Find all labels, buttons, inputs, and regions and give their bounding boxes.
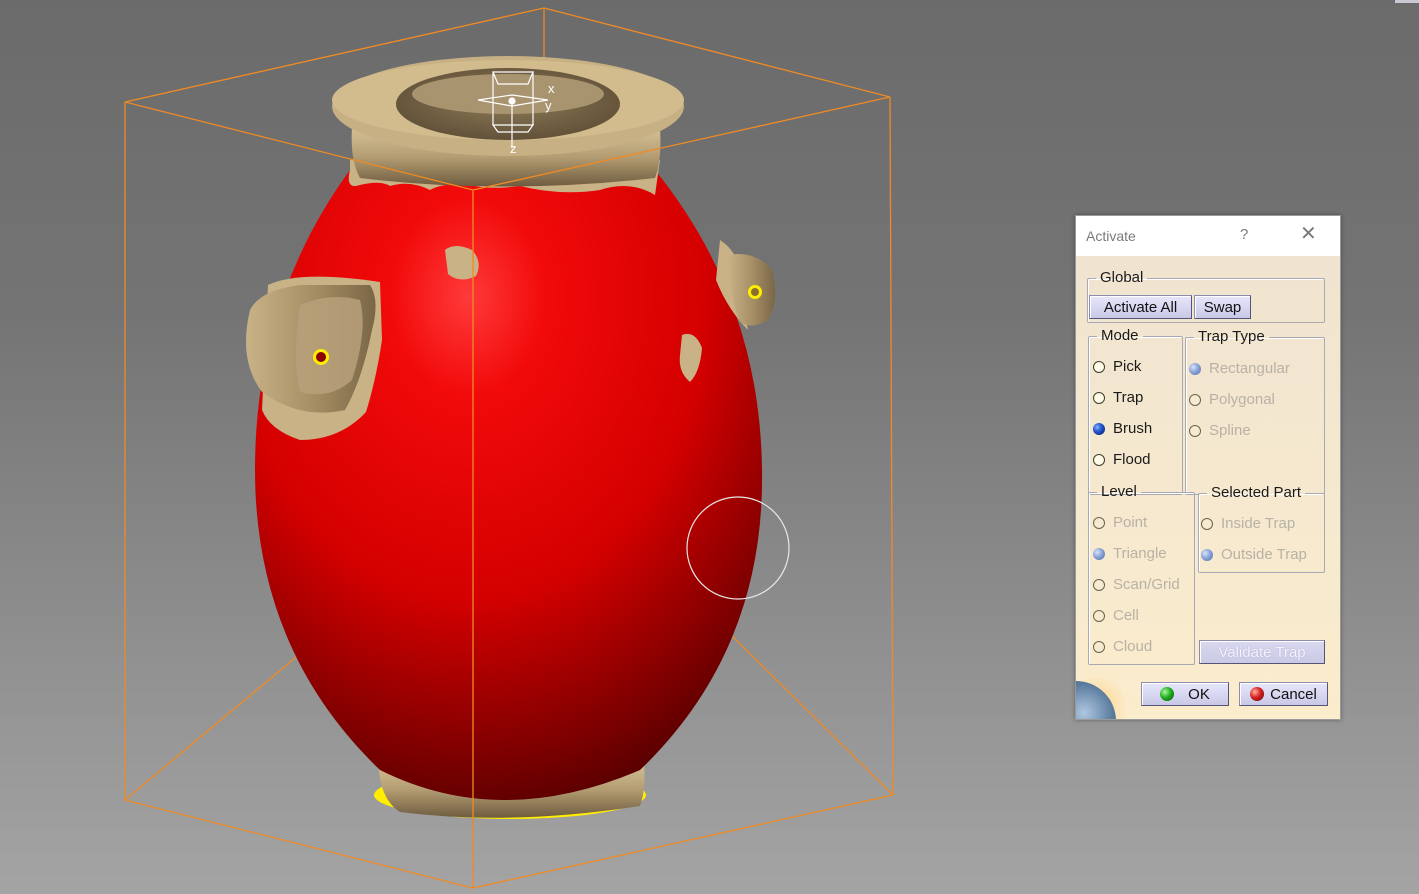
mode-trap-radio[interactable]: Trap	[1093, 389, 1143, 406]
radio-indicator	[1093, 609, 1105, 622]
ok-icon	[1160, 687, 1175, 701]
mode-legend: Mode	[1101, 327, 1139, 344]
level-point-radio[interactable]: Point	[1093, 514, 1147, 531]
radio-label: Triangle	[1113, 545, 1167, 562]
global-legend: Global	[1100, 269, 1144, 286]
corner-indicator	[1395, 0, 1419, 3]
dialog-title: Activate	[1086, 228, 1136, 244]
cancel-label: Cancel	[1270, 685, 1317, 703]
ok-button[interactable]: OK	[1141, 682, 1229, 706]
level-triangle-radio[interactable]: Triangle	[1093, 545, 1167, 562]
vase-body	[255, 155, 763, 800]
axis-label-x: x	[548, 81, 555, 96]
radio-label: Scan/Grid	[1113, 576, 1180, 593]
radio-label: Outside Trap	[1221, 546, 1307, 563]
axis-label-z: z	[510, 141, 517, 156]
radio-indicator	[1189, 393, 1201, 406]
trap-spline-radio[interactable]: Spline	[1189, 422, 1251, 439]
selected-part-legend: Selected Part	[1211, 484, 1302, 501]
axis-label-y: y	[545, 98, 552, 113]
trap-rectangular-radio[interactable]: Rectangular	[1189, 360, 1290, 377]
radio-label: Pick	[1113, 358, 1142, 375]
radio-label: Inside Trap	[1221, 515, 1296, 532]
level-cell-radio[interactable]: Cell	[1093, 607, 1139, 624]
outside-trap-radio[interactable]: Outside Trap	[1201, 546, 1307, 563]
radio-label: Flood	[1113, 451, 1151, 468]
vase-rim	[332, 56, 684, 187]
trap-type-legend: Trap Type	[1198, 328, 1265, 345]
radio-indicator-selected	[1093, 547, 1105, 560]
activate-all-button[interactable]: Activate All	[1089, 295, 1192, 319]
radio-indicator	[1093, 516, 1105, 529]
radio-indicator	[1093, 391, 1105, 404]
radio-indicator-selected	[1093, 422, 1105, 435]
close-icon[interactable]: ✕	[1300, 224, 1317, 244]
level-scan-grid-radio[interactable]: Scan/Grid	[1093, 576, 1180, 593]
dialog-body: Global Activate All Swap Mode Pick Trap …	[1076, 256, 1340, 719]
activate-dialog: Activate ? ✕ Global Activate All Swap Mo…	[1075, 215, 1341, 720]
help-icon[interactable]: ?	[1240, 226, 1248, 243]
radio-label: Point	[1113, 514, 1148, 531]
radio-indicator	[1093, 578, 1105, 591]
radio-label: Rectangular	[1209, 360, 1290, 377]
trap-polygonal-radio[interactable]: Polygonal	[1189, 391, 1275, 408]
mode-brush-radio[interactable]: Brush	[1093, 420, 1152, 437]
mode-flood-radio[interactable]: Flood	[1093, 451, 1151, 468]
level-cloud-radio[interactable]: Cloud	[1093, 638, 1152, 655]
radio-indicator	[1093, 453, 1105, 466]
cancel-button[interactable]: Cancel	[1239, 682, 1328, 706]
cancel-icon	[1250, 687, 1265, 701]
ok-label: OK	[1188, 685, 1210, 703]
radio-label: Brush	[1113, 420, 1153, 437]
swap-button[interactable]: Swap	[1194, 295, 1251, 319]
radio-indicator	[1201, 517, 1213, 530]
radio-indicator-selected	[1189, 362, 1201, 375]
radio-indicator	[1093, 360, 1105, 373]
radio-label: Spline	[1209, 422, 1251, 439]
inside-trap-radio[interactable]: Inside Trap	[1201, 515, 1295, 532]
mode-group: Mode	[1088, 327, 1183, 495]
radio-indicator	[1189, 424, 1201, 437]
radio-indicator	[1093, 640, 1105, 653]
radio-label: Polygonal	[1209, 391, 1275, 408]
radio-label: Trap	[1113, 389, 1144, 406]
radio-label: Cell	[1113, 607, 1139, 624]
dialog-title-bar[interactable]: Activate ? ✕	[1076, 216, 1340, 256]
radio-label: Cloud	[1113, 638, 1153, 655]
validate-trap-button[interactable]: Validate Trap	[1199, 640, 1325, 664]
radio-indicator-selected	[1201, 548, 1213, 561]
mode-pick-radio[interactable]: Pick	[1093, 358, 1141, 375]
trap-type-group: Trap Type	[1185, 328, 1325, 495]
level-legend: Level	[1101, 483, 1137, 500]
